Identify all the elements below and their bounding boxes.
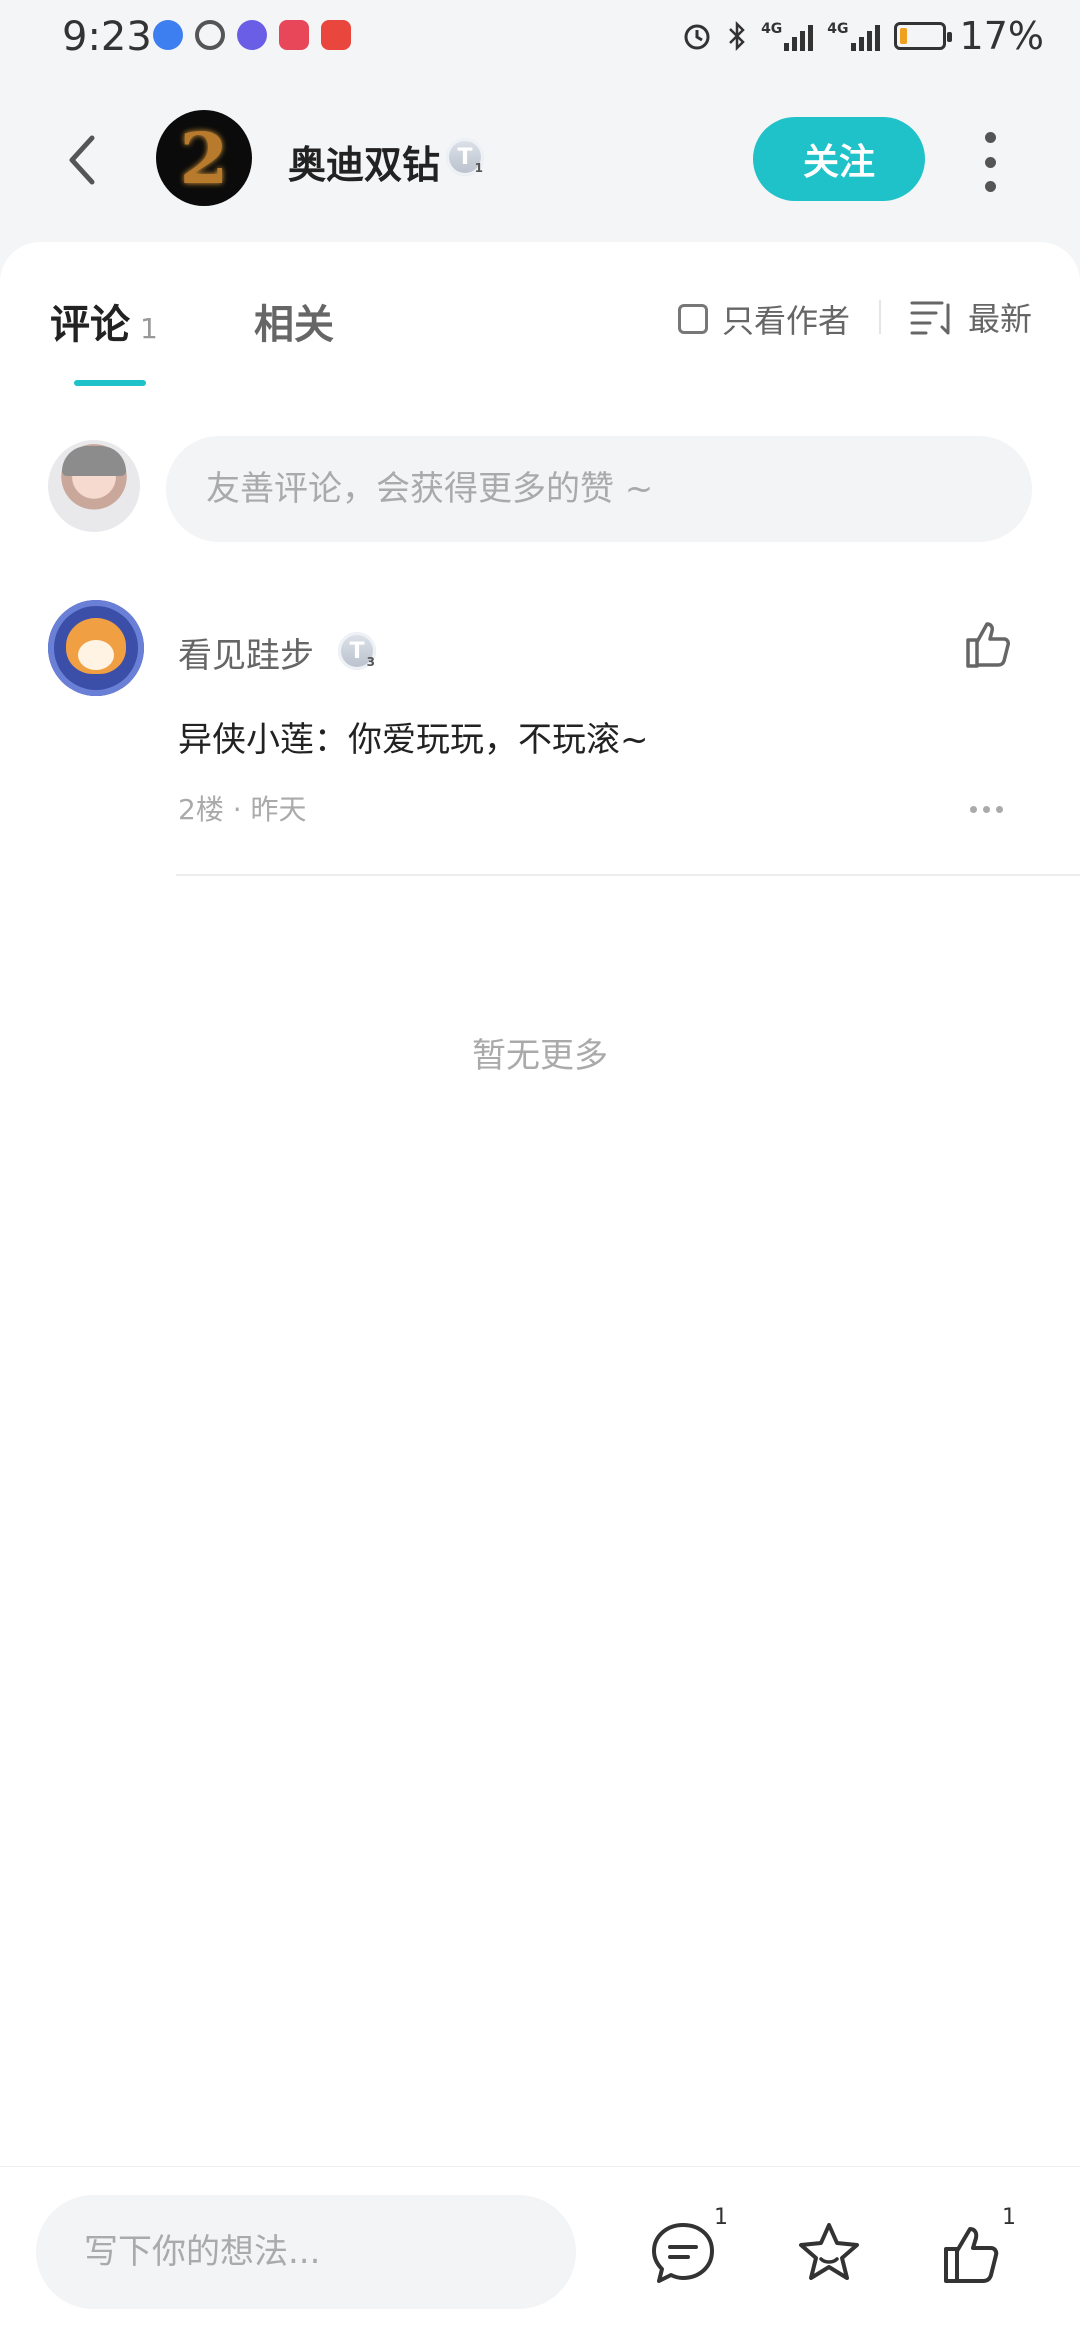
author-name[interactable]: 奥迪双钻 xyxy=(288,134,440,189)
comment-meta: 2楼 · 昨天 xyxy=(178,788,307,828)
comment-input[interactable]: 友善评论，会获得更多的赞 ~ xyxy=(166,436,1032,542)
author-level-badge: T1 xyxy=(446,138,484,176)
comments-sheet: 评论 1 相关 只看作者 最新 友善评论，会获得更多的赞 ~ 看见跬步 T3 异侠… xyxy=(0,242,1080,2172)
comment-floor: 2楼 xyxy=(178,793,224,826)
comment-divider xyxy=(176,874,1080,876)
music-app-icon xyxy=(237,20,267,50)
signal-1: 4G xyxy=(761,21,814,51)
sort-label: 最新 xyxy=(968,300,1033,338)
bluetooth-icon xyxy=(729,20,745,52)
status-bar: 9:23 4G 4G 17% xyxy=(0,0,1080,80)
checkbox-icon xyxy=(678,304,708,334)
notification-icons xyxy=(153,20,351,50)
badge-level: 1 xyxy=(474,161,483,175)
comment-icon[interactable] xyxy=(648,2219,718,2289)
loading-icon xyxy=(195,20,225,50)
comment-text: 异侠小莲：你爱玩玩，不玩滚~ xyxy=(178,720,649,760)
tab-related[interactable]: 相关 xyxy=(254,292,334,350)
divider xyxy=(879,300,881,334)
author-avatar[interactable]: 2 xyxy=(156,110,252,206)
app-notification-icon xyxy=(153,20,183,50)
sort-button[interactable]: 最新 xyxy=(910,294,1032,340)
tab-comments-label: 评论 xyxy=(50,302,130,348)
user-avatar xyxy=(48,440,140,532)
status-right: 4G 4G 17% xyxy=(681,14,1044,58)
thumbs-up-icon xyxy=(966,622,1010,668)
thought-input[interactable]: 写下你的想法... xyxy=(36,2195,576,2309)
star-icon[interactable] xyxy=(794,2219,864,2289)
active-tab-indicator xyxy=(74,380,146,386)
status-time: 9:23 xyxy=(62,14,152,60)
signal-bars-icon xyxy=(850,21,880,51)
post-header: 2 奥迪双钻 T1 关注 xyxy=(0,100,1080,230)
back-button[interactable] xyxy=(52,130,112,190)
avatar-logo-graphic: 2 xyxy=(179,116,229,200)
tab-comments-count: 1 xyxy=(140,312,158,345)
follow-button[interactable]: 关注 xyxy=(753,117,925,201)
comment-count: 1 xyxy=(714,2205,728,2230)
comment-time: 昨天 xyxy=(250,793,307,826)
meta-separator: · xyxy=(232,793,242,826)
thumbs-up-icon[interactable] xyxy=(938,2219,1008,2289)
battery-icon xyxy=(893,22,952,50)
badge-letter: T xyxy=(457,144,473,170)
battery-percent: 17% xyxy=(959,14,1044,58)
author-only-toggle[interactable]: 只看作者 xyxy=(678,296,850,342)
signal-2: 4G xyxy=(827,21,880,51)
commenter-avatar[interactable] xyxy=(48,600,144,696)
commenter-name[interactable]: 看见跬步 xyxy=(178,628,314,677)
author-only-label: 只看作者 xyxy=(722,302,851,340)
commenter-level-badge: T3 xyxy=(338,632,376,670)
badge-level: 3 xyxy=(366,655,375,669)
battery-level xyxy=(899,28,908,44)
tab-comments[interactable]: 评论 1 xyxy=(50,292,158,350)
book-app-icon xyxy=(279,20,309,50)
network-type-2: 4G xyxy=(827,21,849,37)
no-more-text: 暂无更多 xyxy=(472,1036,608,1076)
alarm-icon xyxy=(684,24,710,50)
huawei-app-icon xyxy=(321,20,351,50)
badge-letter: T xyxy=(349,638,365,664)
network-type-1: 4G xyxy=(761,21,783,37)
signal-bars-icon xyxy=(784,21,814,51)
comment-like-button[interactable] xyxy=(960,616,1016,672)
chevron-left-icon xyxy=(69,135,95,185)
comment-more-button[interactable] xyxy=(970,806,1003,813)
more-options-button[interactable] xyxy=(970,132,1010,192)
like-count: 1 xyxy=(1002,2205,1016,2230)
sort-icon xyxy=(910,301,950,335)
bottom-action-bar: 写下你的想法... 1 1 xyxy=(0,2166,1080,2341)
